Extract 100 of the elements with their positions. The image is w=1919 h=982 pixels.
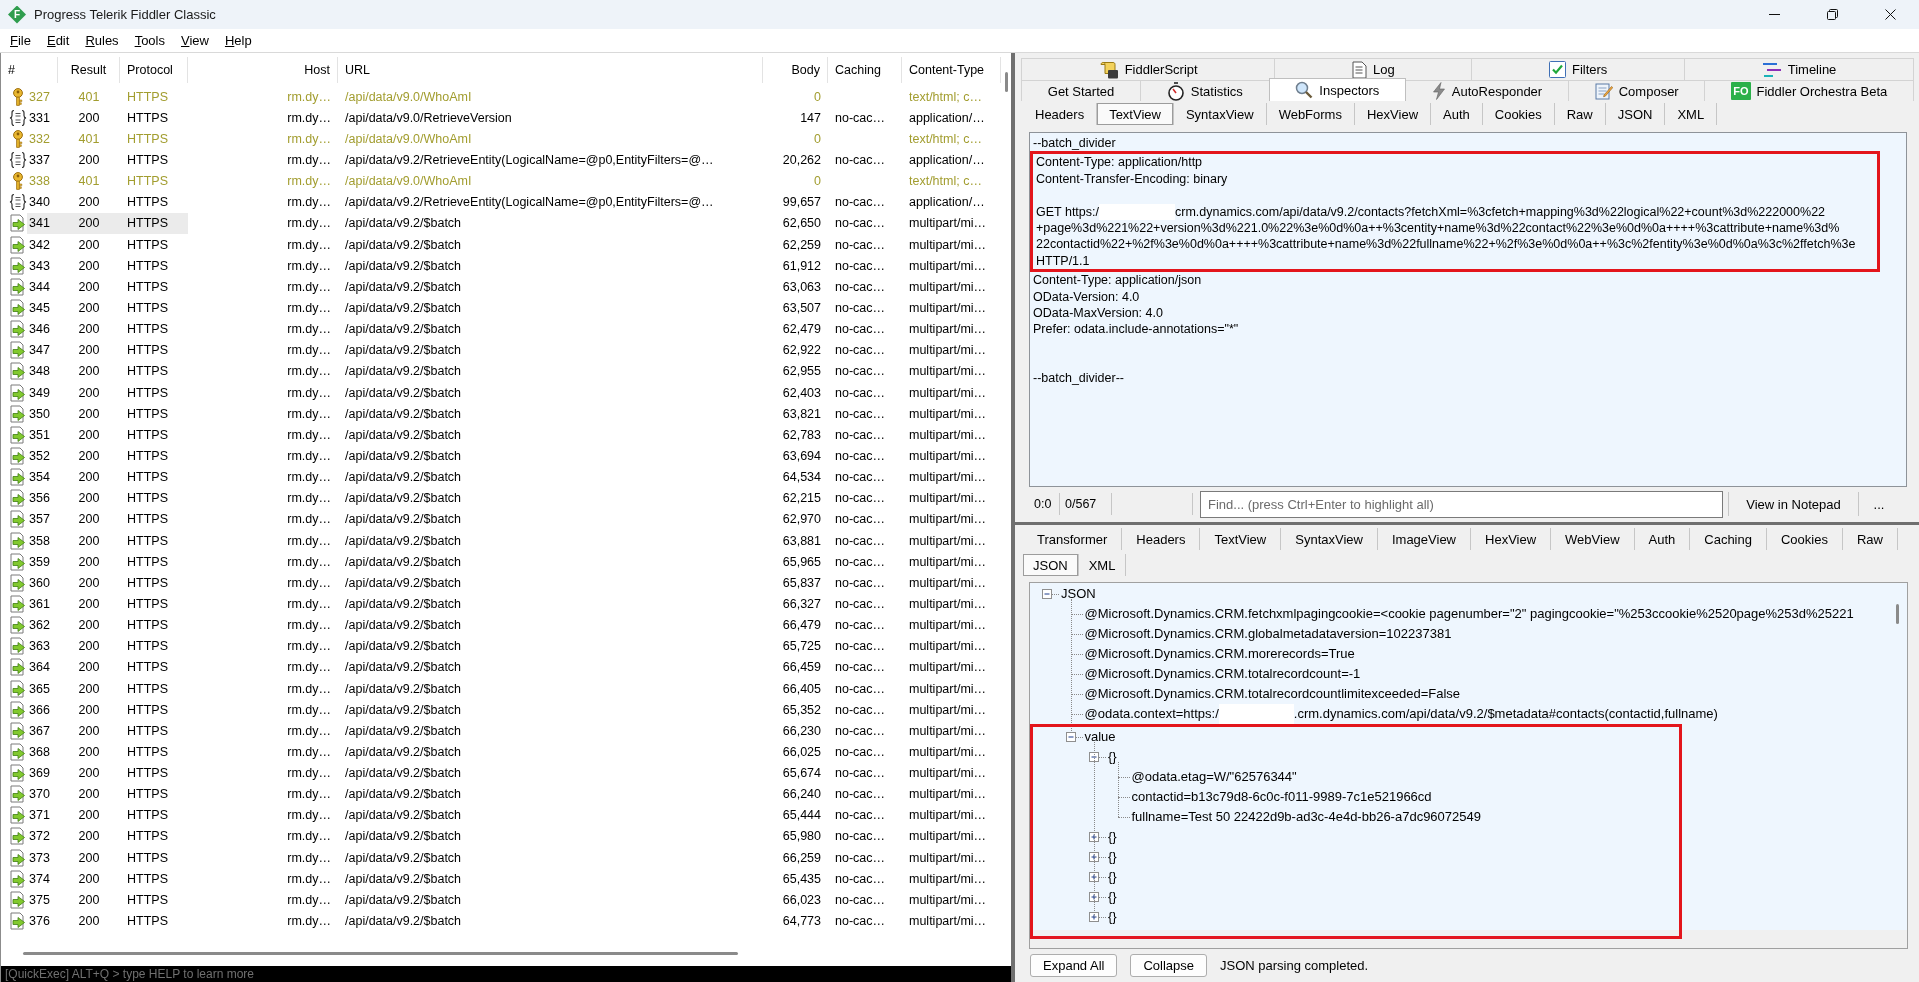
- expand-icon[interactable]: [1089, 832, 1099, 842]
- inspector-tab[interactable]: Auth: [1634, 528, 1691, 550]
- expand-all-button[interactable]: Expand All: [1030, 954, 1118, 977]
- inspector-tab[interactable]: SyntaxView: [1281, 528, 1378, 550]
- menu-item[interactable]: Tools: [126, 30, 173, 51]
- more-button[interactable]: ...: [1858, 492, 1899, 516]
- tool-tab[interactable]: AutoResponder: [1405, 80, 1569, 101]
- caching-cell-text: no-cac…: [834, 384, 887, 402]
- content-type-cell-text: multipart/mi…: [908, 574, 988, 592]
- find-field[interactable]: Find... (press Ctrl+Enter to highlight all): [1200, 490, 1723, 518]
- inspector-tab[interactable]: JSON: [1023, 554, 1079, 576]
- menu-item[interactable]: View: [173, 30, 217, 51]
- tree-node[interactable]: @Microsoft.Dynamics.CRM.globalmetadataversion=102237381: [1084, 624, 1452, 644]
- tree-node[interactable]: fullname=Test 50 22422d9b-ad3c-4e4d-bb26-a7dc96072549: [1131, 807, 1481, 827]
- column-header[interactable]: #: [1, 57, 58, 83]
- scrollbar-thumb[interactable]: [1005, 72, 1008, 92]
- tool-tab[interactable]: Get Started: [1021, 80, 1141, 101]
- session-number: 371: [28, 807, 51, 825]
- tool-tab[interactable]: Composer: [1567, 80, 1706, 101]
- inspector-tab[interactable]: JSON: [1605, 103, 1666, 125]
- inspector-tab[interactable]: WebForms: [1266, 103, 1355, 125]
- column-header[interactable]: Result: [58, 57, 120, 83]
- column-header[interactable]: Content-Type: [902, 57, 1001, 83]
- result-cell-text: 200: [77, 891, 101, 909]
- scrollbar-thumb[interactable]: [1896, 604, 1899, 624]
- host-cell-text: rm.dy…: [286, 828, 332, 846]
- menu-item[interactable]: Edit: [38, 30, 78, 51]
- inspector-tab[interactable]: Headers: [1122, 528, 1201, 550]
- inspector-tab[interactable]: Raw: [1842, 528, 1898, 550]
- tree-node[interactable]: {}: [1108, 867, 1117, 887]
- result-cell-text: 200: [77, 278, 101, 296]
- tree-node[interactable]: @Microsoft.Dynamics.CRM.fetchxmlpagingcookie=<cookie pagenumber="2" pagingcookie="%253ccookie%2520page%253d%25221: [1084, 604, 1854, 624]
- body-size-cell-text: 63,507: [781, 299, 822, 317]
- result-cell-text: 200: [77, 638, 101, 656]
- menu-item[interactable]: Help: [216, 30, 260, 51]
- tree-node[interactable]: @odata.context=https:/: [1084, 704, 1219, 724]
- tree-node[interactable]: @Microsoft.Dynamics.CRM.morerecords=True: [1084, 644, 1355, 664]
- collapse-icon[interactable]: [1042, 589, 1052, 599]
- tree-node[interactable]: @Microsoft.Dynamics.CRM.totalrecordcountlimitexceeded=False: [1084, 684, 1461, 704]
- inspector-tab[interactable]: TextView: [1097, 103, 1174, 125]
- tree-node[interactable]: contactid=b13c79d8-6c0c-f011-9989-7c1e521966cd: [1131, 787, 1432, 807]
- body-size-cell-text: 62,970: [781, 511, 822, 529]
- collapse-icon[interactable]: [1065, 732, 1076, 742]
- tool-tab[interactable]: Timeline: [1684, 58, 1915, 80]
- tree-node[interactable]: value: [1084, 727, 1116, 747]
- tool-tab[interactable]: Filters: [1471, 58, 1686, 80]
- inspector-tab[interactable]: HexView: [1471, 528, 1552, 550]
- column-header[interactable]: Host: [188, 57, 338, 83]
- menu-item[interactable]: File: [2, 30, 39, 51]
- scrollbar-thumb[interactable]: [23, 952, 738, 955]
- tree-node[interactable]: {}: [1108, 747, 1117, 767]
- quickexec-field[interactable]: [QuickExec] ALT+Q > type HELP to learn more: [1, 966, 1011, 982]
- expand-icon[interactable]: [1089, 872, 1099, 882]
- tool-tab[interactable]: FiddlerScript: [1021, 58, 1276, 80]
- expand-icon[interactable]: [1089, 892, 1099, 902]
- inspector-tab[interactable]: HexView: [1354, 103, 1431, 125]
- json-file-icon: [9, 193, 27, 212]
- inspector-tab[interactable]: XML: [1078, 554, 1127, 576]
- inspector-tab[interactable]: SyntaxView: [1173, 103, 1267, 125]
- tree-node[interactable]: .crm.dynamics.com/api/data/v9.2/$metadata#contacts(contactid,fullname): [1293, 704, 1718, 724]
- tree-node[interactable]: @Microsoft.Dynamics.CRM.totalrecordcount=-1: [1084, 664, 1361, 684]
- column-header[interactable]: URL: [338, 57, 763, 83]
- collapse-icon[interactable]: [1089, 752, 1099, 762]
- inspector-tab[interactable]: Caching: [1690, 528, 1767, 550]
- inspector-tab[interactable]: Raw: [1554, 103, 1606, 125]
- column-header[interactable]: Body: [763, 57, 828, 83]
- inspector-tab[interactable]: TextView: [1200, 528, 1282, 550]
- tree-node[interactable]: {}: [1108, 847, 1117, 867]
- url-cell-text: /api/data/v9.2/$batch: [344, 469, 463, 487]
- column-header[interactable]: Protocol: [120, 57, 188, 83]
- inspector-tab[interactable]: WebView: [1551, 528, 1635, 550]
- protocol-cell-text: HTTPS: [126, 828, 169, 846]
- protocol-cell-text: HTTPS: [126, 870, 169, 888]
- request-text-line: crm.dynamics.com/api/data/v9.2/contacts?fetchXml=%3cfetch+mapping%3d%22logical%22+count%3d%222000%22: [1175, 203, 1826, 220]
- tree-node[interactable]: {}: [1108, 887, 1117, 907]
- tree-node[interactable]: {}: [1108, 827, 1117, 847]
- inspector-tab[interactable]: Auth: [1431, 103, 1483, 125]
- tree-node[interactable]: {}: [1108, 907, 1117, 927]
- content-type-cell-text: multipart/mi…: [908, 278, 988, 296]
- tree-node[interactable]: JSON: [1061, 584, 1096, 604]
- collapse-button[interactable]: Collapse: [1130, 954, 1208, 977]
- document-arrow-icon: [9, 320, 27, 339]
- view-in-notepad-button[interactable]: View in Notepad: [1728, 492, 1858, 516]
- url-cell-text: /api/data/v9.2/$batch: [344, 722, 463, 740]
- inspector-tab[interactable]: Cookies: [1766, 528, 1843, 550]
- magnifier-icon: [1295, 81, 1314, 99]
- expand-icon[interactable]: [1089, 912, 1099, 922]
- column-header[interactable]: Caching: [828, 57, 902, 83]
- tool-tab[interactable]: FO Fiddler Orchestra Beta: [1704, 80, 1915, 101]
- inspector-tab[interactable]: Transformer: [1023, 528, 1123, 550]
- tool-tab[interactable]: Log: [1274, 58, 1473, 80]
- expand-icon[interactable]: [1089, 852, 1099, 862]
- tool-tab[interactable]: Statistics: [1140, 80, 1270, 101]
- script-scroll-icon: [1098, 60, 1119, 79]
- inspector-tab[interactable]: Cookies: [1482, 103, 1555, 125]
- tree-node[interactable]: @odata.etag=W/"62576344": [1131, 767, 1297, 787]
- inspector-tab[interactable]: ImageView: [1377, 528, 1471, 550]
- inspector-tab[interactable]: XML: [1665, 103, 1718, 125]
- host-cell-text: rm.dy…: [286, 236, 332, 254]
- menu-item[interactable]: Rules: [77, 30, 127, 51]
